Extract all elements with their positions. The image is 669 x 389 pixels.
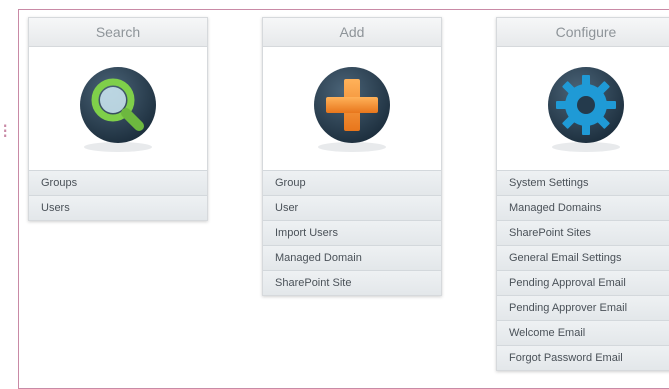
configure-item-pending-approver-email[interactable]: Pending Approver Email xyxy=(497,295,669,320)
gear-icon xyxy=(548,67,624,152)
configure-item-general-email-settings[interactable]: General Email Settings xyxy=(497,245,669,270)
search-graphic xyxy=(29,47,207,170)
add-item-group[interactable]: Group xyxy=(263,170,441,195)
add-graphic xyxy=(263,47,441,170)
configure-item-managed-domains[interactable]: Managed Domains xyxy=(497,195,669,220)
add-item-import-users[interactable]: Import Users xyxy=(263,220,441,245)
search-panel: Search Groups Users xyxy=(28,17,208,221)
configure-graphic xyxy=(497,47,669,170)
configure-item-system-settings[interactable]: System Settings xyxy=(497,170,669,195)
search-item-users[interactable]: Users xyxy=(29,195,207,220)
search-panel-title: Search xyxy=(29,18,207,47)
add-items-list: Group User Import Users Managed Domain S… xyxy=(263,170,441,295)
configure-panel: Configure System Settings Managed Domain… xyxy=(496,17,669,371)
configure-items-list: System Settings Managed Domains SharePoi… xyxy=(497,170,669,370)
add-panel: Add Group User Import Users Managed Doma… xyxy=(262,17,442,296)
add-item-user[interactable]: User xyxy=(263,195,441,220)
configure-item-forgot-password-email[interactable]: Forgot Password Email xyxy=(497,345,669,370)
magnifier-icon xyxy=(80,67,156,152)
configure-item-pending-approval-email[interactable]: Pending Approval Email xyxy=(497,270,669,295)
configure-item-welcome-email[interactable]: Welcome Email xyxy=(497,320,669,345)
configure-panel-title: Configure xyxy=(497,18,669,47)
add-panel-title: Add xyxy=(263,18,441,47)
configure-item-sharepoint-sites[interactable]: SharePoint Sites xyxy=(497,220,669,245)
add-item-managed-domain[interactable]: Managed Domain xyxy=(263,245,441,270)
plus-icon xyxy=(314,67,390,152)
search-items-list: Groups Users xyxy=(29,170,207,220)
add-item-sharepoint-site[interactable]: SharePoint Site xyxy=(263,270,441,295)
edge-marker: ⁝ xyxy=(2,121,9,143)
search-item-groups[interactable]: Groups xyxy=(29,170,207,195)
